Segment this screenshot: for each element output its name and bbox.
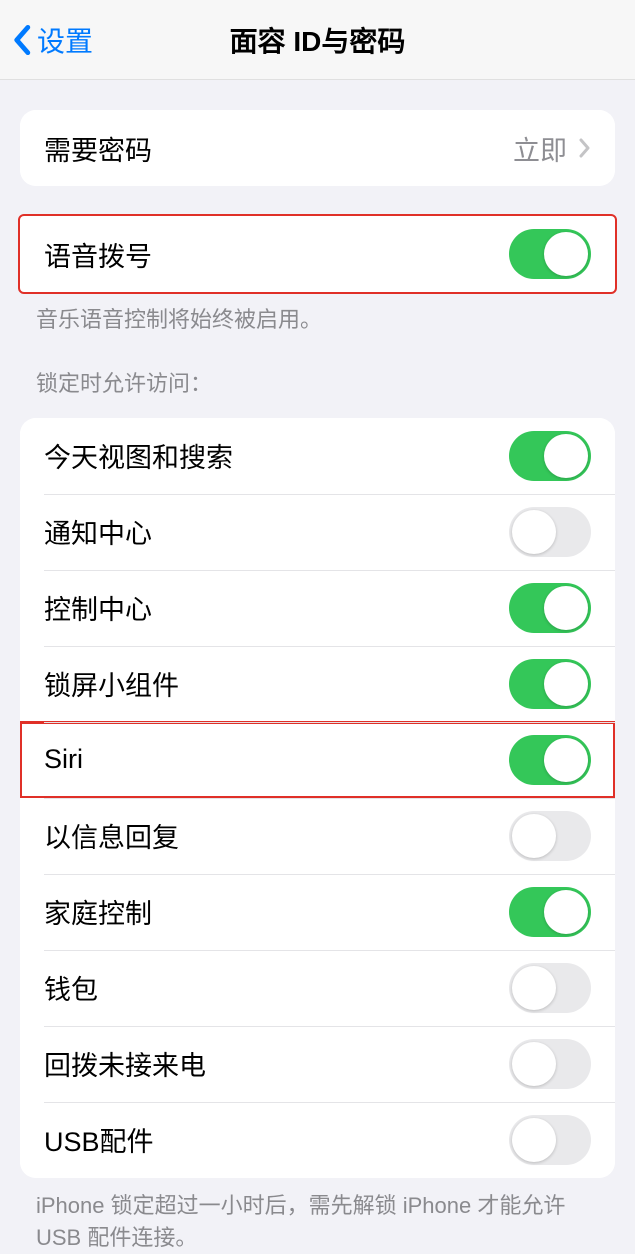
toggle-knob — [512, 966, 556, 1010]
voice-dial-row: 语音拨号 — [20, 216, 615, 292]
lock-access-row: 回拨未接来电 — [20, 1026, 615, 1102]
voice-dial-group: 语音拨号 — [20, 216, 615, 292]
voice-dial-label: 语音拨号 — [44, 235, 152, 274]
lock-access-row: 通知中心 — [20, 494, 615, 570]
passcode-group: 需要密码 立即 — [20, 110, 615, 186]
toggle-knob — [544, 232, 588, 276]
voice-dial-toggle[interactable] — [509, 229, 591, 279]
lock-access-label: 钱包 — [44, 968, 98, 1007]
chevron-right-icon — [579, 138, 591, 158]
lock-access-row: Siri — [20, 722, 615, 798]
lock-access-toggle[interactable] — [509, 1039, 591, 1089]
lock-access-row: 家庭控制 — [20, 874, 615, 950]
toggle-knob — [544, 434, 588, 478]
lock-access-label: USB配件 — [44, 1120, 154, 1159]
lock-access-group: 今天视图和搜索通知中心控制中心锁屏小组件 Siri 以信息回复家庭控制钱包回拨未接来… — [20, 418, 615, 1178]
lock-access-toggle[interactable] — [509, 507, 591, 557]
lock-access-label: 控制中心 — [44, 588, 152, 627]
toggle-knob — [544, 586, 588, 630]
lock-access-label: 今天视图和搜索 — [44, 436, 233, 475]
toggle-knob — [544, 738, 588, 782]
lock-access-header: 锁定时允许访问： — [0, 336, 635, 408]
lock-access-toggle[interactable] — [509, 735, 591, 785]
lock-access-row: 控制中心 — [20, 570, 615, 646]
require-passcode-value: 立即 — [513, 129, 567, 168]
lock-access-toggle[interactable] — [509, 811, 591, 861]
lock-access-label: 回拨未接来电 — [44, 1044, 206, 1083]
lock-access-toggle[interactable] — [509, 431, 591, 481]
lock-access-footer: iPhone 锁定超过一小时后，需先解锁 iPhone 才能允许USB 配件连接… — [0, 1178, 635, 1254]
lock-access-toggle[interactable] — [509, 583, 591, 633]
navigation-bar: 设置 面容 ID与密码 — [0, 0, 635, 80]
lock-access-label: Siri — [44, 744, 83, 775]
toggle-knob — [512, 1118, 556, 1162]
require-passcode-label: 需要密码 — [44, 129, 152, 168]
toggle-knob — [512, 510, 556, 554]
lock-access-toggle[interactable] — [509, 887, 591, 937]
toggle-knob — [544, 662, 588, 706]
lock-access-toggle[interactable] — [509, 1115, 591, 1165]
lock-access-row: 以信息回复 — [20, 798, 615, 874]
lock-access-row: 今天视图和搜索 — [20, 418, 615, 494]
toggle-knob — [512, 814, 556, 858]
page-title: 面容 ID与密码 — [230, 20, 406, 60]
lock-access-toggle[interactable] — [509, 659, 591, 709]
back-button[interactable]: 设置 — [0, 20, 93, 60]
chevron-left-icon — [12, 24, 31, 56]
lock-access-row: 锁屏小组件 — [20, 646, 615, 722]
lock-access-row: USB配件 — [20, 1102, 615, 1178]
back-label: 设置 — [37, 20, 93, 60]
toggle-knob — [544, 890, 588, 934]
toggle-knob — [512, 1042, 556, 1086]
lock-access-label: 以信息回复 — [44, 816, 179, 855]
lock-access-label: 通知中心 — [44, 512, 152, 551]
lock-access-label: 锁屏小组件 — [44, 664, 179, 703]
lock-access-toggle[interactable] — [509, 963, 591, 1013]
lock-access-row: 钱包 — [20, 950, 615, 1026]
lock-access-label: 家庭控制 — [44, 892, 152, 931]
require-passcode-row[interactable]: 需要密码 立即 — [20, 110, 615, 186]
voice-dial-footer: 音乐语音控制将始终被启用。 — [0, 292, 635, 336]
